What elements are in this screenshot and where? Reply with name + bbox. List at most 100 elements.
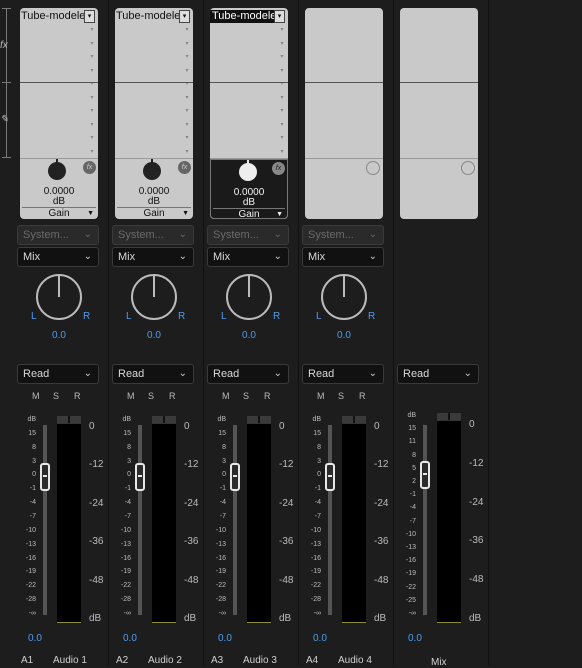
slot-arrow-icon[interactable]: ▾ <box>89 121 95 135</box>
slot-arrow-icon[interactable]: ▾ <box>184 53 190 67</box>
slot-arrow-icon[interactable]: ▾ <box>89 67 95 81</box>
volume-value[interactable]: 0.0 <box>218 633 232 644</box>
send-select[interactable]: System... ⌄ <box>207 225 289 245</box>
slot-arrow-icon[interactable] <box>469 107 475 121</box>
slot-arrow-icon[interactable]: ▾ <box>279 94 285 108</box>
effects-rack[interactable]: Tube-modele ▾ ▾ ▾ ▾ ▾ ▾ ▾ ▾ ▾ ▾ ▾ fx 0.0000 dB Gain ▼ <box>115 8 193 219</box>
effects-rack[interactable] <box>400 8 478 219</box>
slot-arrow-icon[interactable] <box>374 121 380 135</box>
solo-button[interactable]: S <box>148 391 154 401</box>
send-select[interactable]: System... ⌄ <box>302 225 384 245</box>
automation-select[interactable]: Read ⌄ <box>112 364 194 384</box>
mute-button[interactable]: M <box>317 391 325 401</box>
chevron-down-icon[interactable]: ▼ <box>182 208 189 219</box>
mute-button[interactable]: M <box>127 391 135 401</box>
slot-arrow-icon[interactable] <box>469 134 475 148</box>
send-select[interactable]: System... ⌄ <box>112 225 194 245</box>
track-name[interactable]: Audio 4 <box>338 655 372 666</box>
effects-rack[interactable]: Tube-modele ▾ ▾ ▾ ▾ ▾ ▾ ▾ ▾ ▾ ▾ ▾ fx 0.0000 dB Gain ▼ <box>210 8 288 219</box>
track-name[interactable]: Audio 1 <box>53 655 87 666</box>
slot-arrow-icon[interactable] <box>374 107 380 121</box>
automation-select[interactable]: Read ⌄ <box>302 364 384 384</box>
slot-arrow-icon[interactable] <box>469 53 475 67</box>
slot-arrow-icon[interactable]: ▾ <box>279 53 285 67</box>
mute-button[interactable]: M <box>32 391 40 401</box>
slot-arrow-icon[interactable] <box>374 40 380 54</box>
automation-select[interactable]: Read ⌄ <box>207 364 289 384</box>
gain-knob[interactable] <box>239 160 257 181</box>
slot-arrow-icon[interactable] <box>469 26 475 40</box>
param-select[interactable]: Gain ▼ <box>22 207 96 219</box>
automation-select[interactable]: Read ⌄ <box>397 364 479 384</box>
chevron-down-icon[interactable]: ▼ <box>276 209 283 219</box>
slot-dropdown-icon[interactable]: ▾ <box>84 10 95 23</box>
output-select[interactable]: Mix ⌄ <box>17 247 99 267</box>
slot-arrow-icon[interactable] <box>469 121 475 135</box>
slot-dropdown-icon[interactable]: ▾ <box>179 10 190 23</box>
slot-arrow-icon[interactable] <box>469 67 475 81</box>
pan-knob[interactable] <box>321 274 367 320</box>
slot-arrow-icon[interactable]: ▾ <box>279 107 285 121</box>
slot-arrow-icon[interactable]: ▾ <box>184 134 190 148</box>
slot-arrow-icon[interactable]: ▾ <box>89 134 95 148</box>
slot-arrow-icon[interactable] <box>469 94 475 108</box>
volume-fader[interactable] <box>420 461 430 489</box>
slot-arrow-icon[interactable]: ▾ <box>89 40 95 54</box>
slot-arrow-icon[interactable]: ▾ <box>89 53 95 67</box>
pan-knob[interactable] <box>131 274 177 320</box>
track-name[interactable]: Audio 3 <box>243 655 277 666</box>
fx-bypass-icon[interactable]: fx <box>83 161 96 174</box>
mute-button[interactable]: M <box>222 391 230 401</box>
send-select[interactable]: System... ⌄ <box>17 225 99 245</box>
solo-button[interactable]: S <box>338 391 344 401</box>
slot-arrow-icon[interactable]: ▾ <box>184 40 190 54</box>
volume-value[interactable]: 0.0 <box>313 633 327 644</box>
record-button[interactable]: R <box>359 391 366 401</box>
record-button[interactable]: R <box>169 391 176 401</box>
slot-dropdown-icon[interactable]: ▾ <box>274 10 285 23</box>
param-select[interactable]: Gain ▼ <box>213 208 285 219</box>
fx-bypass-icon[interactable]: fx <box>272 162 285 175</box>
slot-arrow-icon[interactable] <box>374 26 380 40</box>
fx-bypass-icon[interactable] <box>366 161 380 175</box>
volume-value[interactable]: 0.0 <box>28 633 42 644</box>
slot-arrow-icon[interactable]: ▾ <box>184 67 190 81</box>
volume-fader[interactable] <box>135 463 145 491</box>
slot-arrow-icon[interactable]: ▾ <box>89 107 95 121</box>
automation-select[interactable]: Read ⌄ <box>17 364 99 384</box>
slot-arrow-icon[interactable]: ▾ <box>184 107 190 121</box>
output-select[interactable]: Mix ⌄ <box>207 247 289 267</box>
pan-value[interactable]: 0.0 <box>39 330 79 341</box>
volume-value[interactable]: 0.0 <box>408 633 422 644</box>
fx-bypass-icon[interactable]: fx <box>178 161 191 174</box>
pan-knob[interactable] <box>226 274 272 320</box>
slot-arrow-icon[interactable] <box>374 134 380 148</box>
slot-arrow-icon[interactable]: ▾ <box>279 134 285 148</box>
pan-knob[interactable] <box>36 274 82 320</box>
solo-button[interactable]: S <box>243 391 249 401</box>
slot-arrow-icon[interactable]: ▾ <box>89 26 95 40</box>
chevron-down-icon[interactable]: ▼ <box>87 208 94 219</box>
slot-arrow-icon[interactable]: ▾ <box>279 26 285 40</box>
slot-arrow-icon[interactable] <box>374 94 380 108</box>
volume-fader[interactable] <box>40 463 50 491</box>
record-button[interactable]: R <box>264 391 271 401</box>
pan-value[interactable]: 0.0 <box>229 330 269 341</box>
gain-knob[interactable] <box>48 159 66 180</box>
slot-arrow-icon[interactable] <box>374 67 380 81</box>
effect-slot-name[interactable]: Tube-modele <box>210 10 280 23</box>
output-select[interactable]: Mix ⌄ <box>112 247 194 267</box>
slot-arrow-icon[interactable] <box>374 53 380 67</box>
slot-arrow-icon[interactable]: ▾ <box>89 94 95 108</box>
gain-knob[interactable] <box>143 159 161 180</box>
track-name[interactable]: Audio 2 <box>148 655 182 666</box>
param-select[interactable]: Gain ▼ <box>117 207 191 219</box>
effects-rack[interactable] <box>305 8 383 219</box>
pan-value[interactable]: 0.0 <box>134 330 174 341</box>
effect-slot-name[interactable]: Tube-modele <box>116 10 182 23</box>
effects-rack[interactable]: Tube-modele ▾ ▾ ▾ ▾ ▾ ▾ ▾ ▾ ▾ ▾ ▾ fx 0.0000 dB Gain ▼ <box>20 8 98 219</box>
fx-bypass-icon[interactable] <box>461 161 475 175</box>
solo-button[interactable]: S <box>53 391 59 401</box>
slot-arrow-icon[interactable]: ▾ <box>184 26 190 40</box>
slot-arrow-icon[interactable]: ▾ <box>184 121 190 135</box>
